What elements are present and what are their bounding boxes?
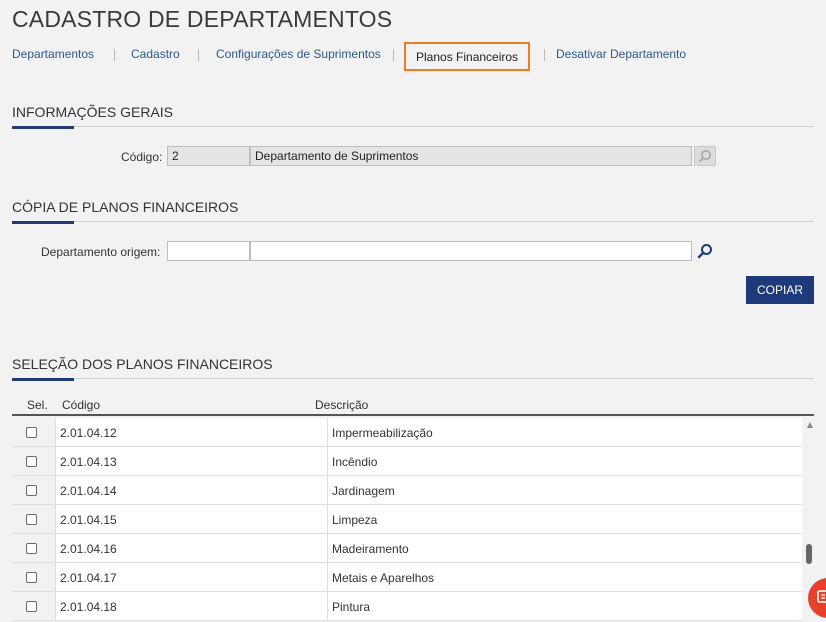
row-checkbox[interactable] <box>26 427 37 438</box>
table-row[interactable]: 2.01.04.14 Jardinagem <box>12 476 802 505</box>
table-row[interactable]: 2.01.04.16 Madeiramento <box>12 534 802 563</box>
row-checkbox[interactable] <box>26 485 37 496</box>
column-header-sel[interactable]: Sel. <box>27 398 48 412</box>
grid-header: Sel. Código Descrição <box>12 392 814 416</box>
department-code-field: 2 <box>167 146 250 166</box>
copy-button[interactable]: COPIAR <box>746 276 814 304</box>
tab-separator <box>393 49 394 61</box>
search-icon[interactable] <box>694 241 716 261</box>
plan-code: 2.01.04.18 <box>60 600 117 614</box>
department-name-field: Departamento de Suprimentos <box>250 146 692 166</box>
plan-description: Impermeabilização <box>332 426 433 440</box>
section-divider <box>12 378 814 379</box>
tab-departamentos[interactable]: Departamentos <box>12 47 94 61</box>
scroll-thumb[interactable] <box>806 544 812 564</box>
section-title-copy-plans: CÓPIA DE PLANOS FINANCEIROS <box>12 199 239 215</box>
origin-department-label: Departamento origem: <box>41 245 161 259</box>
section-title-plan-selection: SELEÇÃO DOS PLANOS FINANCEIROS <box>12 356 273 372</box>
table-row[interactable]: 2.01.04.12 Impermeabilização <box>12 418 802 447</box>
plan-description: Pintura <box>332 600 371 614</box>
plan-description: Madeiramento <box>332 542 409 556</box>
scroll-up-arrow-icon[interactable] <box>807 422 813 428</box>
row-checkbox[interactable] <box>26 601 37 612</box>
column-header-description[interactable]: Descrição <box>315 398 368 412</box>
plan-code: 2.01.04.15 <box>60 513 117 527</box>
plan-code: 2.01.04.13 <box>60 455 117 469</box>
table-row[interactable]: 2.01.04.15 Limpeza <box>12 505 802 534</box>
tab-bar: Departamentos Cadastro Configurações de … <box>0 42 826 72</box>
section-accent <box>12 221 74 224</box>
section-divider <box>12 126 814 127</box>
plan-description: Metais e Aparelhos <box>332 571 435 585</box>
tab-cadastro[interactable]: Cadastro <box>131 47 180 61</box>
plan-code: 2.01.04.14 <box>60 484 117 498</box>
row-checkbox[interactable] <box>26 572 37 583</box>
table-row[interactable]: 2.01.04.13 Incêndio <box>12 447 802 476</box>
section-divider <box>12 221 814 222</box>
section-accent <box>12 126 74 129</box>
origin-department-code-input[interactable] <box>167 241 250 261</box>
page-title: CADASTRO DE DEPARTAMENTOS <box>12 6 393 32</box>
tab-separator <box>198 49 199 61</box>
plans-grid: 2.01.04.12 Impermeabilização 2.01.04.13 … <box>12 418 814 622</box>
section-accent <box>12 378 74 381</box>
page: CADASTRO DE DEPARTAMENTOS Departamentos … <box>0 0 826 622</box>
row-checkbox[interactable] <box>26 456 37 467</box>
origin-department-name-input[interactable] <box>250 241 692 261</box>
table-row[interactable]: 2.01.04.18 Pintura <box>12 592 802 621</box>
plan-code: 2.01.04.16 <box>60 542 117 556</box>
column-header-code[interactable]: Código <box>62 398 100 412</box>
tab-planos-financeiros[interactable]: Planos Financeiros <box>404 42 531 71</box>
tab-configuracoes-suprimentos[interactable]: Configurações de Suprimentos <box>216 47 381 61</box>
plan-description: Incêndio <box>332 455 378 469</box>
tab-separator <box>114 49 115 61</box>
plan-description: Jardinagem <box>332 484 395 498</box>
plan-code: 2.01.04.12 <box>60 426 117 440</box>
section-title-general-info: INFORMAÇÕES GERAIS <box>12 104 174 120</box>
search-icon <box>694 146 716 166</box>
plan-description: Limpeza <box>332 513 378 527</box>
row-checkbox[interactable] <box>26 543 37 554</box>
tab-desativar-departamento[interactable]: Desativar Departamento <box>556 47 686 61</box>
plan-code: 2.01.04.17 <box>60 571 117 585</box>
row-checkbox[interactable] <box>26 514 37 525</box>
code-label: Código: <box>121 150 163 164</box>
tab-separator <box>544 49 545 61</box>
table-row[interactable]: 2.01.04.17 Metais e Aparelhos <box>12 563 802 592</box>
